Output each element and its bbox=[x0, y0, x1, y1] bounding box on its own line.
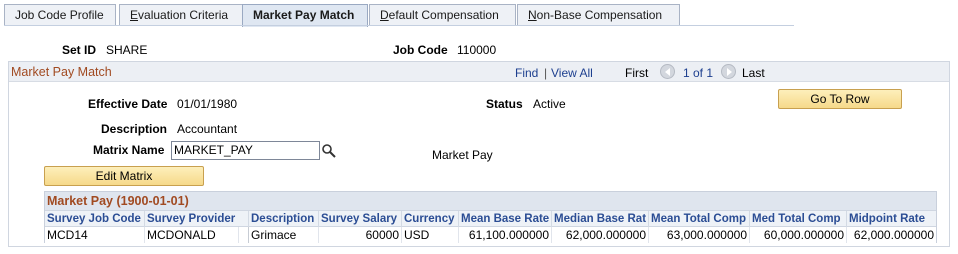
tab-bar: Job Code Profile Evaluation Criteria Mar… bbox=[4, 4, 794, 27]
column-header-median-base-rate[interactable]: Median Base Rat bbox=[552, 211, 649, 227]
tab-non-base-compensation[interactable]: Non-Base Compensation bbox=[517, 4, 680, 26]
column-header-survey-salary[interactable]: Survey Salary bbox=[319, 211, 402, 227]
cell-survey-provider: MCDONALD bbox=[145, 227, 239, 243]
lookup-search-icon[interactable] bbox=[321, 143, 337, 159]
cell-median-base-rate: 62,000.000000 bbox=[552, 227, 649, 243]
setid-label: Set ID bbox=[62, 43, 97, 57]
description-label: Description bbox=[101, 122, 168, 136]
cell-survey-job-code: MCD14 bbox=[45, 227, 145, 243]
tab-market-pay-match[interactable]: Market Pay Match bbox=[242, 4, 368, 27]
arrow-left-icon bbox=[665, 68, 670, 76]
tab-label: valuation Criteria bbox=[138, 8, 229, 22]
column-header-survey-job-code[interactable]: Survey Job Code bbox=[45, 211, 145, 227]
setid-value: SHARE bbox=[106, 43, 148, 57]
tab-accesskey: N bbox=[528, 8, 537, 22]
tab-job-code-profile[interactable]: Job Code Profile bbox=[4, 4, 116, 26]
tab-accesskey: D bbox=[380, 8, 389, 22]
tab-label: Job Code Profile bbox=[15, 8, 104, 22]
first-label: First bbox=[625, 66, 649, 80]
status-value: Active bbox=[533, 97, 566, 111]
tab-label: on-Base Compensation bbox=[536, 8, 663, 22]
table-row: MCD14 MCDONALD Grimace 60000 USD 61,100.… bbox=[45, 227, 936, 243]
cell-mean-total-comp: 63,000.000000 bbox=[649, 227, 750, 243]
tab-label: Market Pay Match bbox=[253, 8, 355, 22]
description-value: Accountant bbox=[177, 122, 238, 136]
column-header-midpoint-rate[interactable]: Midpoint Rate bbox=[847, 211, 936, 227]
cell-currency: USD bbox=[402, 227, 459, 243]
jobcode-label: Job Code bbox=[393, 43, 448, 57]
matrix-description: Market Pay bbox=[432, 148, 493, 162]
section-header: Market Pay Match Find | View All First 1… bbox=[9, 62, 949, 82]
column-header-mean-base-rate[interactable]: Mean Base Rate bbox=[459, 211, 552, 227]
grid-header-row: Survey Job Code Survey Provider Descript… bbox=[45, 210, 936, 227]
next-row-button[interactable] bbox=[721, 64, 736, 79]
cell-midpoint-rate: 62,000.000000 bbox=[853, 228, 934, 242]
cell-spacer bbox=[239, 227, 249, 243]
edit-matrix-button[interactable]: Edit Matrix bbox=[44, 166, 204, 186]
go-to-row-button[interactable]: Go To Row bbox=[778, 89, 902, 109]
arrow-right-icon bbox=[727, 68, 732, 76]
cell-description: Grimace bbox=[249, 227, 319, 243]
nav-separator: | bbox=[544, 66, 548, 80]
find-link[interactable]: Find bbox=[515, 66, 538, 80]
tab-default-compensation[interactable]: Default Compensation bbox=[369, 4, 516, 26]
cell-med-total-comp: 60,000.000000 bbox=[750, 227, 847, 243]
tab-evaluation-criteria[interactable]: Evaluation Criteria bbox=[119, 4, 243, 26]
row-count: 1 of 1 bbox=[683, 66, 714, 80]
section-title: Market Pay Match bbox=[11, 65, 112, 79]
status-label: Status bbox=[486, 97, 523, 111]
last-label: Last bbox=[742, 66, 765, 80]
column-header-description[interactable]: Description bbox=[249, 211, 319, 227]
jobcode-value: 110000 bbox=[457, 43, 497, 57]
grid-title: Market Pay (1900-01-01) bbox=[45, 192, 936, 210]
column-header-currency[interactable]: Currency bbox=[402, 211, 459, 227]
previous-row-button[interactable] bbox=[660, 64, 675, 79]
column-header-med-total-comp[interactable]: Med Total Comp bbox=[750, 211, 847, 227]
effective-date-value: 01/01/1980 bbox=[177, 97, 238, 111]
cell-mean-base-rate: 61,100.000000 bbox=[459, 227, 552, 243]
tab-accesskey: E bbox=[130, 8, 139, 22]
market-pay-grid: Market Pay (1900-01-01) Survey Job Code … bbox=[44, 191, 937, 243]
cell-survey-salary: 60000 bbox=[319, 227, 402, 243]
tab-label: efault Compensation bbox=[388, 8, 499, 22]
column-header-survey-provider[interactable]: Survey Provider bbox=[145, 211, 249, 227]
matrix-name-label: Matrix Name bbox=[93, 143, 165, 157]
effective-date-label: Effective Date bbox=[88, 97, 168, 111]
tab-underline bbox=[4, 25, 794, 26]
view-all-link[interactable]: View All bbox=[551, 66, 593, 80]
column-header-mean-total-comp[interactable]: Mean Total Comp bbox=[649, 211, 750, 227]
matrix-name-input[interactable]: MARKET_PAY bbox=[171, 141, 320, 160]
